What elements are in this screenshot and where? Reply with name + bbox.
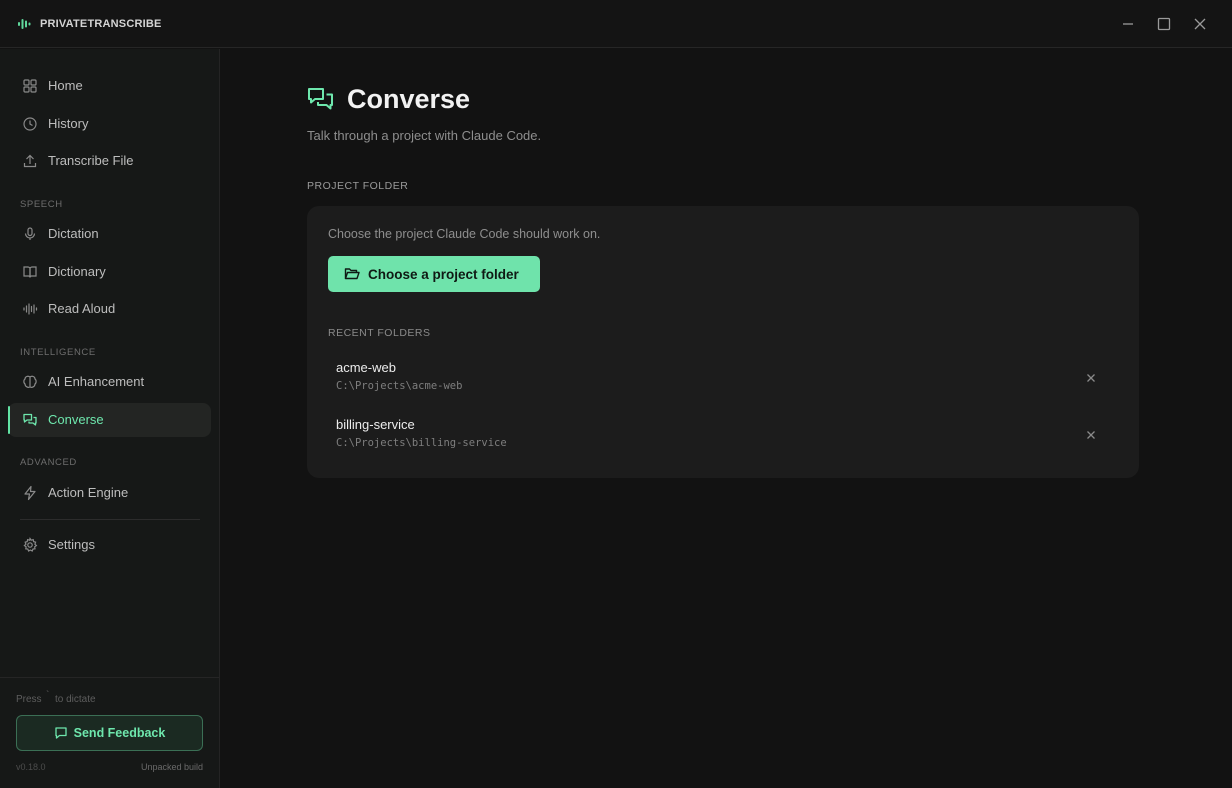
section-label-advanced: ADVANCED — [20, 457, 77, 468]
sidebar-item-action-engine[interactable]: Action Engine — [8, 476, 211, 510]
project-folder-label: PROJECT FOLDER — [307, 180, 409, 192]
brain-icon — [23, 375, 37, 388]
close-window-button[interactable] — [1188, 12, 1212, 36]
sidebar-item-label: Converse — [48, 412, 104, 427]
close-icon — [1194, 18, 1206, 30]
clock-icon — [23, 117, 37, 131]
minimize-icon — [1123, 23, 1133, 25]
minimize-button[interactable] — [1116, 12, 1140, 36]
sidebar-item-dictation[interactable]: Dictation — [8, 217, 211, 251]
app-name: PRIVATETRANSCRIBE — [40, 18, 162, 30]
section-label-speech: SPEECH — [20, 199, 63, 210]
choose-project-folder-button[interactable]: Choose a project folder — [328, 256, 540, 292]
section-label-intelligence: INTELLIGENCE — [20, 347, 96, 358]
close-icon — [1087, 374, 1095, 382]
sidebar-item-converse[interactable]: Converse — [8, 403, 211, 437]
sidebar: Home History Transcribe File SPEECH Dict… — [0, 49, 220, 788]
sidebar-item-transcribe-file[interactable]: Transcribe File — [8, 144, 211, 178]
grid-icon — [23, 79, 37, 93]
recent-folder-path: C:\Projects\acme-web — [336, 380, 463, 392]
sidebar-item-read-aloud[interactable]: Read Aloud — [8, 292, 211, 326]
maximize-button[interactable] — [1152, 12, 1176, 36]
recent-folder-name: billing-service — [336, 417, 415, 432]
recent-folder-item[interactable]: acme-web C:\Projects\acme-web — [328, 355, 1118, 407]
dictate-hint-prefix: Press — [16, 694, 42, 705]
sidebar-item-label: Transcribe File — [48, 153, 134, 168]
send-feedback-button[interactable]: Send Feedback — [16, 715, 203, 751]
app-version: v0.18.0 — [16, 762, 46, 772]
sidebar-item-label: Home — [48, 78, 83, 93]
title-bar: PRIVATETRANSCRIBE — [0, 0, 1232, 48]
build-type: Unpacked build — [140, 762, 203, 772]
message-icon — [54, 727, 67, 739]
remove-recent-folder-button[interactable] — [1084, 371, 1098, 385]
sidebar-item-history[interactable]: History — [8, 107, 211, 141]
microphone-icon — [24, 227, 36, 240]
page-title: Converse — [347, 84, 471, 114]
main-content: Converse Talk through a project with Cla… — [220, 49, 1232, 788]
sidebar-item-dictionary[interactable]: Dictionary — [8, 255, 211, 289]
chat-icon — [308, 88, 333, 110]
sidebar-item-label: Dictionary — [48, 264, 106, 279]
chat-icon — [23, 413, 37, 426]
close-icon — [1087, 431, 1095, 439]
maximize-icon — [1157, 17, 1171, 31]
sidebar-item-label: AI Enhancement — [48, 374, 145, 389]
lightning-icon — [24, 485, 36, 501]
page-subtitle: Talk through a project with Claude Code. — [307, 128, 542, 143]
waveform-icon — [23, 303, 38, 315]
sidebar-footer: Press ` to dictate Send Feedback v0.18.0… — [0, 677, 219, 788]
recent-folder-name: acme-web — [336, 360, 396, 375]
remove-recent-folder-button[interactable] — [1084, 428, 1098, 442]
book-icon — [23, 266, 37, 278]
dictate-hint-key: ` — [46, 690, 50, 701]
sidebar-item-ai-enhancement[interactable]: AI Enhancement — [8, 365, 211, 399]
sidebar-item-home[interactable]: Home — [8, 69, 211, 103]
dictate-hint-suffix: to dictate — [55, 694, 96, 705]
sidebar-item-label: History — [48, 116, 89, 131]
card-description: Choose the project Claude Code should wo… — [328, 227, 601, 241]
sidebar-item-label: Action Engine — [48, 485, 129, 500]
recent-folder-item[interactable]: billing-service C:\Projects\billing-serv… — [328, 412, 1118, 464]
choose-project-folder-label: Choose a project folder — [368, 266, 519, 282]
sidebar-item-label: Dictation — [48, 226, 99, 241]
recent-folders-label: RECENT FOLDERS — [328, 327, 431, 339]
upload-icon — [23, 154, 37, 168]
sidebar-item-label: Settings — [48, 537, 95, 552]
project-folder-card: Choose the project Claude Code should wo… — [307, 206, 1139, 478]
app-logo-icon — [18, 19, 31, 29]
folder-open-icon — [344, 268, 360, 280]
sidebar-item-label: Read Aloud — [48, 301, 116, 316]
gear-icon — [23, 537, 38, 552]
recent-folder-path: C:\Projects\billing-service — [336, 437, 507, 449]
sidebar-item-settings[interactable]: Settings — [8, 528, 211, 562]
send-feedback-label: Send Feedback — [73, 726, 166, 740]
sidebar-divider — [20, 519, 200, 520]
